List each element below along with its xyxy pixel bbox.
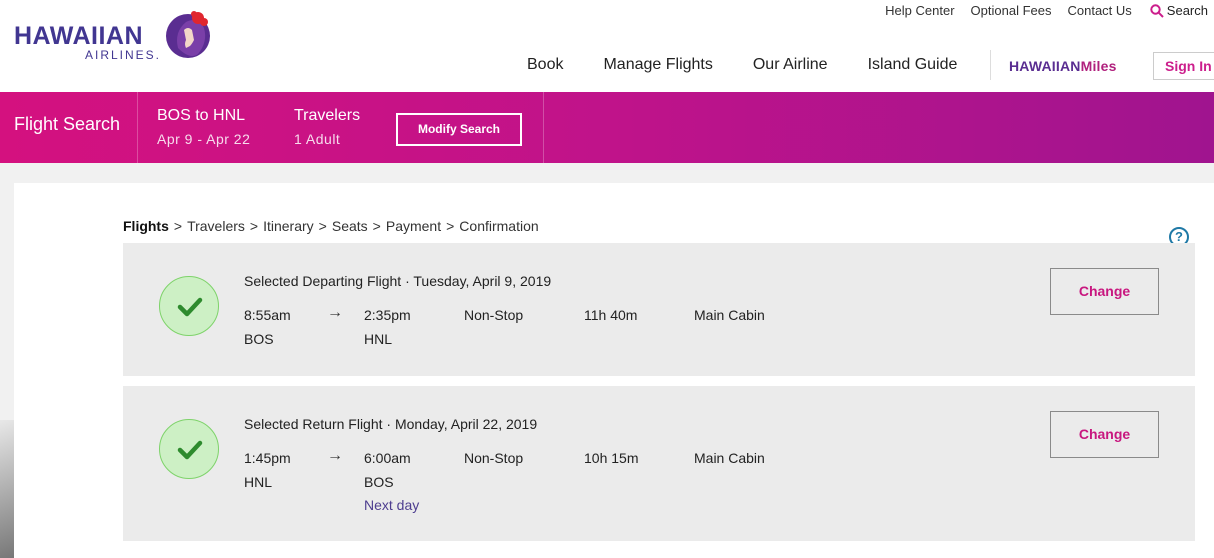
- arrive-code: BOS: [364, 474, 394, 490]
- depart-time: 8:55am: [244, 307, 291, 323]
- stops: Non-Stop: [464, 307, 524, 323]
- cabin: Main Cabin: [694, 450, 765, 466]
- utility-nav: Help Center Optional Fees Contact Us Sea…: [869, 3, 1208, 18]
- search-bar-divider: [543, 92, 544, 163]
- stops: Non-Stop: [464, 450, 524, 466]
- logo-wordmark: HAWAIIAN: [14, 22, 143, 50]
- help-center-link[interactable]: Help Center: [885, 3, 954, 18]
- search-icon: [1150, 3, 1164, 18]
- nav-divider: [990, 50, 991, 80]
- depart-code: HNL: [244, 474, 273, 490]
- arrow-right-icon: →: [327, 447, 343, 464]
- selected-check: [159, 276, 219, 336]
- hawaiian-miles-link[interactable]: HAWAIIANMiles: [1009, 58, 1117, 74]
- dates-text: Apr 9 - Apr 22: [157, 131, 251, 147]
- arrive-time: 2:35pm: [364, 307, 411, 323]
- flight-search-bar: Flight Search BOS to HNL Apr 9 - Apr 22 …: [0, 92, 1214, 163]
- breadcrumb-payment: Payment: [385, 218, 442, 234]
- search-link[interactable]: Search: [1150, 3, 1208, 18]
- search-bar-divider: [137, 92, 138, 163]
- selected-check: [159, 419, 219, 479]
- nav-manage-flights[interactable]: Manage Flights: [603, 56, 712, 74]
- departing-flight-card: Selected Departing Flight · Tuesday, Apr…: [123, 243, 1195, 376]
- flight-search-title: Flight Search: [14, 114, 121, 134]
- nav-our-airline[interactable]: Our Airline: [753, 56, 828, 74]
- checkmark-icon: [177, 297, 203, 317]
- decorative-image: [0, 420, 14, 558]
- breadcrumb-seats: Seats: [331, 218, 368, 234]
- arrive-time: 6:00am: [364, 450, 411, 466]
- travelers-summary: Travelers 1 Adult: [294, 107, 360, 147]
- arrow-right-icon: →: [327, 304, 343, 321]
- hawaiian-airlines-logo[interactable]: HAWAIIAN AIRLINES.: [14, 8, 214, 68]
- route-summary: BOS to HNL Apr 9 - Apr 22: [157, 107, 250, 147]
- site-header: HAWAIIAN AIRLINES. Help Center Optional …: [0, 0, 1214, 92]
- pualani-logo-icon: [166, 11, 210, 58]
- change-departing-button[interactable]: Change: [1050, 268, 1159, 315]
- flight-title: Selected Return Flight · Monday, April 2…: [244, 416, 538, 432]
- nav-book[interactable]: Book: [527, 56, 563, 74]
- breadcrumb-sep: >: [372, 218, 381, 234]
- depart-time: 1:45pm: [244, 450, 291, 466]
- breadcrumb-sep: >: [173, 218, 183, 234]
- travelers-label: Travelers: [294, 107, 361, 124]
- breadcrumb-sep: >: [446, 218, 455, 234]
- breadcrumb-travelers: Travelers: [187, 218, 245, 234]
- flight-title: Selected Departing Flight · Tuesday, Apr…: [244, 273, 552, 289]
- travelers-value: 1 Adult: [294, 131, 341, 147]
- modify-search-button[interactable]: Modify Search: [396, 113, 522, 146]
- arrive-code: HNL: [364, 331, 393, 347]
- duration: 10h 15m: [584, 450, 639, 466]
- breadcrumb-flights: Flights: [123, 218, 169, 234]
- checkmark-icon: [177, 440, 203, 460]
- miles-brand-a: HAWAIIAN: [1009, 58, 1081, 74]
- route-text: BOS to HNL: [157, 107, 246, 124]
- next-day-note: Next day: [364, 497, 420, 513]
- change-return-button[interactable]: Change: [1050, 411, 1159, 458]
- search-label: Search: [1166, 3, 1208, 18]
- miles-brand-b: Miles: [1080, 58, 1117, 74]
- cabin: Main Cabin: [694, 307, 765, 323]
- breadcrumb-sep: >: [249, 218, 259, 234]
- breadcrumb: Flights > Travelers > Itinerary > Seats > Pa…: [123, 218, 544, 234]
- optional-fees-link[interactable]: Optional Fees: [971, 3, 1052, 18]
- contact-us-link[interactable]: Contact Us: [1067, 3, 1131, 18]
- nav-island-guide[interactable]: Island Guide: [868, 56, 958, 74]
- duration: 11h 40m: [584, 307, 638, 323]
- breadcrumb-itinerary: Itinerary: [263, 218, 314, 234]
- breadcrumb-sep: >: [318, 218, 327, 234]
- logo-subtitle: AIRLINES.: [85, 48, 162, 62]
- return-flight-card: Selected Return Flight · Monday, April 2…: [123, 386, 1195, 541]
- main-nav: Book Manage Flights Our Airline Island G…: [527, 56, 997, 74]
- breadcrumb-confirmation: Confirmation: [459, 218, 539, 234]
- depart-code: BOS: [244, 331, 274, 347]
- sign-in-button[interactable]: Sign In: [1153, 52, 1214, 80]
